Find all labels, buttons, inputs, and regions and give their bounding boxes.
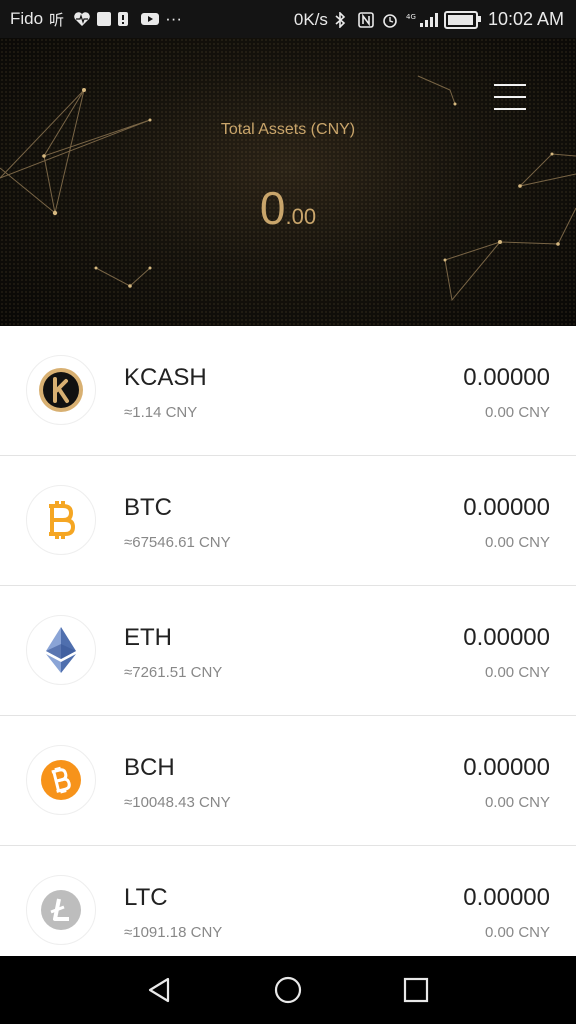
ethereum-icon bbox=[26, 615, 96, 685]
heart-rate-icon bbox=[73, 11, 91, 27]
network-type: 4G bbox=[406, 13, 416, 21]
coin-row-ltc[interactable]: LTC ≈1091.18 CNY 0.00000 0.00 CNY bbox=[0, 846, 576, 956]
bluetooth-icon bbox=[334, 10, 352, 29]
listen-icon: 听 bbox=[49, 11, 67, 29]
recents-square-icon[interactable] bbox=[400, 974, 432, 1006]
coin-symbol: ETH bbox=[124, 624, 172, 651]
coin-value-cny: 0.00 CNY bbox=[484, 664, 550, 681]
bitcoin-cash-icon bbox=[26, 745, 96, 815]
menu-icon-bar-2 bbox=[494, 96, 526, 98]
coin-value-cny: 0.00 CNY bbox=[484, 534, 550, 551]
status-right: 0K/s 4G 10:02 AM bbox=[294, 9, 564, 30]
battery-icon bbox=[443, 10, 481, 29]
svg-text:听: 听 bbox=[49, 11, 64, 27]
carrier-label: Fido bbox=[10, 9, 44, 28]
coin-balance: 0.00000 bbox=[463, 364, 550, 391]
coin-balance: 0.00000 bbox=[463, 494, 550, 521]
coin-row-kcash[interactable]: KCASH ≈1.14 CNY 0.00000 0.00 CNY bbox=[0, 326, 576, 456]
network-speed: 0K/s bbox=[293, 9, 328, 29]
coin-symbol: BTC bbox=[124, 494, 172, 521]
coin-balance: 0.00000 bbox=[463, 754, 550, 781]
nfc-icon bbox=[358, 11, 376, 28]
coin-rate: ≈7261.51 CNY bbox=[124, 664, 223, 681]
coin-rate: ≈67546.61 CNY bbox=[124, 534, 231, 551]
status-left: Fido 听 ··· bbox=[10, 9, 182, 29]
alarm-icon bbox=[382, 12, 400, 28]
menu-icon-bar-1 bbox=[494, 84, 526, 86]
total-assets-int: 0 bbox=[259, 182, 286, 234]
assets-header: Total Assets (CNY) 0.00 bbox=[0, 38, 576, 326]
coin-row-bch[interactable]: BCH ≈10048.43 CNY 0.00000 0.00 CNY bbox=[0, 716, 576, 846]
total-assets-value: 0.00 bbox=[0, 181, 576, 235]
system-nav-bar bbox=[0, 956, 576, 1024]
more-notifications-icon: ··· bbox=[165, 9, 183, 28]
bitcoin-icon bbox=[26, 485, 96, 555]
total-assets-dec: .00 bbox=[285, 204, 317, 229]
total-assets-label: Total Assets (CNY) bbox=[220, 121, 356, 138]
coin-symbol: BCH bbox=[124, 754, 175, 781]
coin-balance: 0.00000 bbox=[463, 884, 550, 911]
coin-list: KCASH ≈1.14 CNY 0.00000 0.00 CNY BTC ≈67… bbox=[0, 326, 576, 956]
coin-value-cny: 0.00 CNY bbox=[484, 404, 550, 421]
coin-symbol: LTC bbox=[124, 884, 168, 911]
notification-icon bbox=[97, 12, 112, 26]
coin-balance: 0.00000 bbox=[463, 624, 550, 651]
alert-icon bbox=[117, 11, 135, 27]
coin-value-cny: 0.00 CNY bbox=[484, 924, 550, 941]
menu-button[interactable] bbox=[492, 80, 528, 114]
status-bar: Fido 听 ··· 0K/s 4G 10:02 AM bbox=[0, 0, 576, 38]
coin-rate: ≈10048.43 CNY bbox=[124, 794, 231, 811]
coin-rate: ≈1091.18 CNY bbox=[124, 924, 223, 941]
litecoin-icon bbox=[26, 875, 96, 945]
clock: 10:02 AM bbox=[487, 9, 564, 29]
signal-icon: 4G bbox=[406, 12, 438, 28]
coin-value-cny: 0.00 CNY bbox=[484, 794, 550, 811]
home-circle-icon[interactable] bbox=[272, 974, 304, 1006]
coin-row-eth[interactable]: ETH ≈7261.51 CNY 0.00000 0.00 CNY bbox=[0, 586, 576, 716]
coin-rate: ≈1.14 CNY bbox=[124, 404, 198, 421]
menu-icon-bar-3 bbox=[494, 108, 526, 110]
youtube-icon bbox=[141, 11, 160, 27]
coin-row-btc[interactable]: BTC ≈67546.61 CNY 0.00000 0.00 CNY bbox=[0, 456, 576, 586]
kcash-icon bbox=[26, 355, 96, 425]
back-triangle-icon[interactable] bbox=[144, 974, 176, 1006]
coin-symbol: KCASH bbox=[124, 364, 207, 391]
